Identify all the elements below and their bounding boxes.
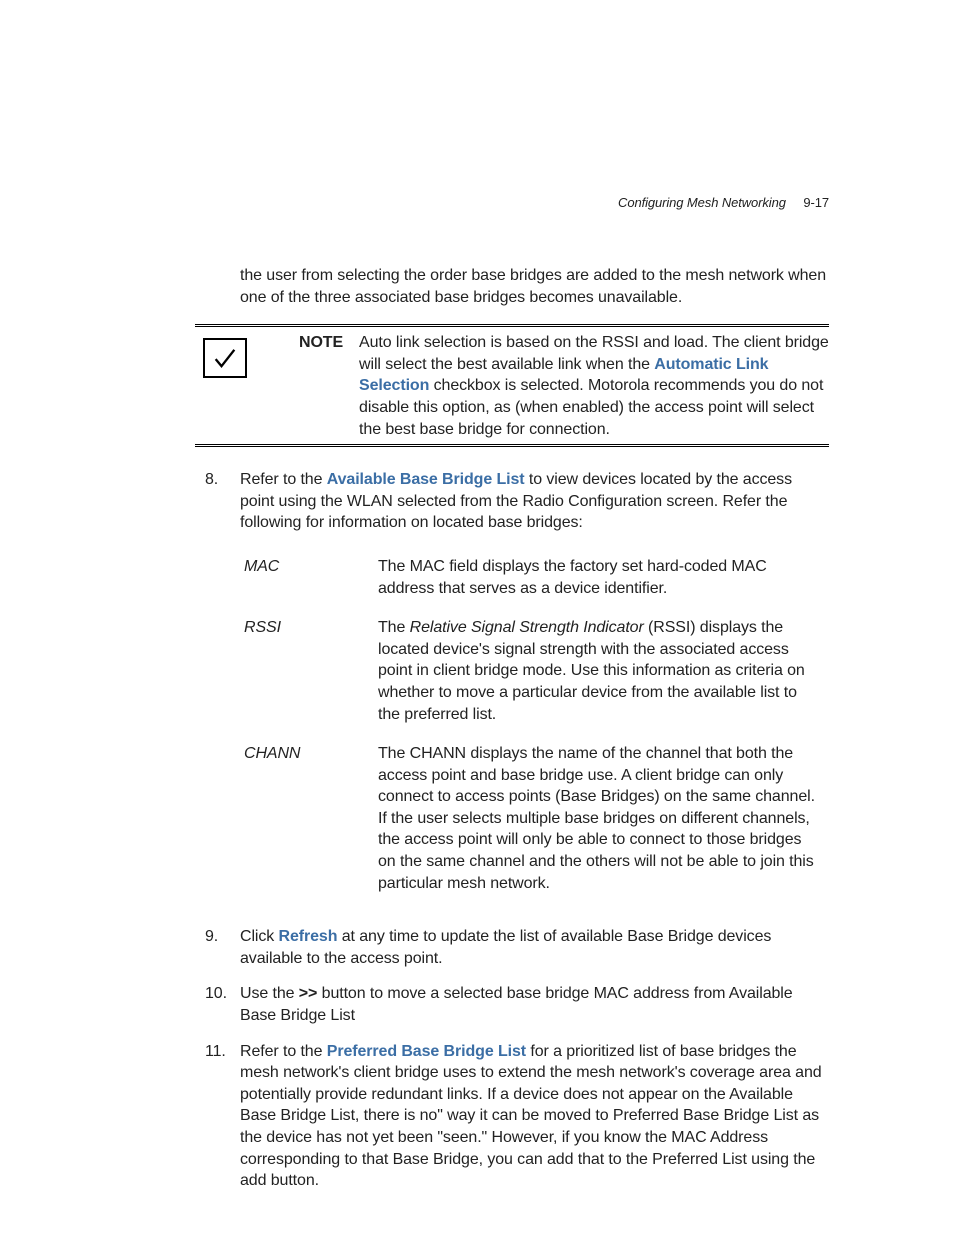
desc-rssi: The Relative Signal Strength Indicator (… (378, 617, 829, 725)
step-number: 10. (195, 983, 240, 1026)
definition-chann: CHANN The CHANN displays the name of the… (244, 743, 829, 894)
intro-paragraph: the user from selecting the order base b… (240, 265, 829, 308)
step-number: 11. (195, 1041, 240, 1192)
page-body: the user from selecting the order base b… (195, 265, 829, 1192)
step-text: Click Refresh at any time to update the … (240, 926, 829, 969)
move-button-ref: >> (299, 985, 318, 1002)
step-number: 8. (195, 469, 240, 912)
term-chann: CHANN (244, 743, 378, 894)
definition-rssi: RSSI The Relative Signal Strength Indica… (244, 617, 829, 725)
term-mac: MAC (244, 556, 378, 599)
step-10: 10. Use the >> button to move a selected… (195, 983, 829, 1026)
definition-list: MAC The MAC field displays the factory s… (244, 556, 829, 894)
rssi-full-term: Relative Signal Strength Indicator (410, 619, 644, 636)
checkmark-icon (203, 338, 247, 378)
step-text: Refer to the Available Base Bridge List … (240, 469, 829, 912)
note-text-after: checkbox is selected. Motorola recommend… (359, 377, 823, 437)
step-11: 11. Refer to the Preferred Base Bridge L… (195, 1041, 829, 1192)
note-label: NOTE (299, 332, 343, 354)
section-title: Configuring Mesh Networking (618, 195, 786, 210)
running-header: Configuring Mesh Networking 9-17 (618, 194, 829, 212)
refresh-ref: Refresh (279, 928, 338, 945)
term-rssi: RSSI (244, 617, 378, 725)
document-page: Configuring Mesh Networking 9-17 the use… (0, 0, 954, 1235)
available-base-bridge-list-ref: Available Base Bridge List (327, 471, 525, 488)
desc-chann: The CHANN displays the name of the chann… (378, 743, 829, 894)
preferred-base-bridge-list-ref: Preferred Base Bridge List (327, 1043, 526, 1060)
note-text: Auto link selection is based on the RSSI… (359, 332, 829, 440)
step-text: Use the >> button to move a selected bas… (240, 983, 829, 1026)
desc-mac: The MAC field displays the factory set h… (378, 556, 829, 599)
step-text: Refer to the Preferred Base Bridge List … (240, 1041, 829, 1192)
definition-mac: MAC The MAC field displays the factory s… (244, 556, 829, 599)
page-number: 9-17 (803, 195, 829, 210)
step-number: 9. (195, 926, 240, 969)
note-callout: NOTE Auto link selection is based on the… (195, 324, 829, 447)
step-list: 8. Refer to the Available Base Bridge Li… (195, 469, 829, 1192)
step-9: 9. Click Refresh at any time to update t… (195, 926, 829, 969)
step-8: 8. Refer to the Available Base Bridge Li… (195, 469, 829, 912)
